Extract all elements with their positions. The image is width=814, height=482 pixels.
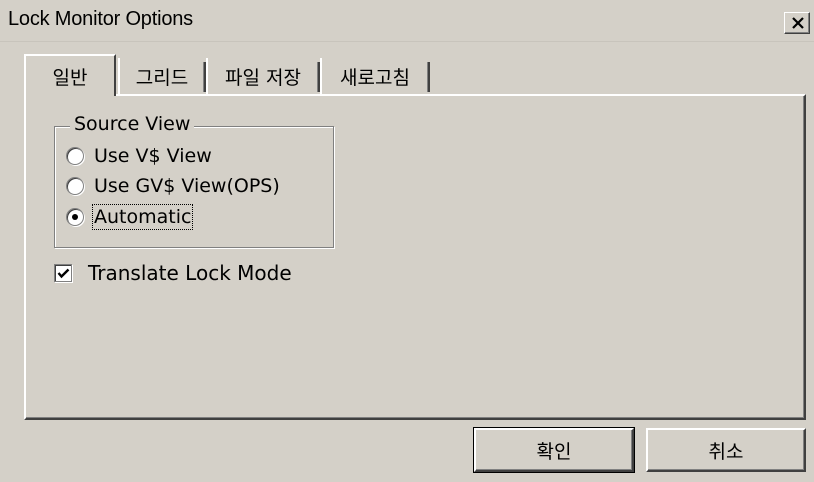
- radio-automatic[interactable]: Automatic: [66, 203, 194, 231]
- tab-label: 파일 저장: [225, 66, 301, 89]
- tab-label: 새로고침: [340, 66, 410, 89]
- radio-button[interactable]: [66, 147, 84, 165]
- tab-grid[interactable]: 그리드: [118, 58, 206, 94]
- radio-button[interactable]: [66, 177, 84, 195]
- tab-refresh[interactable]: 새로고침: [320, 58, 430, 94]
- tab-file-save[interactable]: 파일 저장: [206, 58, 320, 94]
- translate-lock-mode-option[interactable]: Translate Lock Mode: [54, 258, 292, 288]
- checkmark-icon: [57, 268, 70, 279]
- lock-monitor-options-dialog: Lock Monitor Options 일반 그리드 파일 저장 새로고침 S…: [0, 0, 814, 482]
- radio-label: Use GV$ View(OPS): [94, 175, 280, 197]
- tab-general[interactable]: 일반: [24, 54, 116, 96]
- ok-button[interactable]: 확인: [473, 427, 635, 473]
- radio-button[interactable]: [66, 208, 84, 226]
- cancel-button-label: 취소: [708, 440, 744, 463]
- radio-label: Use V$ View: [94, 145, 212, 167]
- title-bar: Lock Monitor Options: [0, 0, 814, 42]
- source-view-label: Source View: [70, 113, 195, 135]
- radio-selected-dot: [72, 214, 78, 220]
- close-button[interactable]: [784, 12, 810, 34]
- cancel-button[interactable]: 취소: [646, 428, 806, 472]
- window-title: Lock Monitor Options: [8, 8, 193, 30]
- checkbox-label: Translate Lock Mode: [88, 261, 292, 285]
- tab-label: 일반: [52, 66, 88, 89]
- close-icon: [792, 17, 804, 29]
- ok-button-label: 확인: [536, 440, 572, 463]
- translate-lock-mode-checkbox[interactable]: [54, 264, 72, 282]
- radio-label: Automatic: [91, 204, 194, 230]
- radio-use-v-view[interactable]: Use V$ View: [66, 142, 212, 170]
- tab-label: 그리드: [135, 66, 189, 89]
- radio-use-gv-view-ops[interactable]: Use GV$ View(OPS): [66, 172, 280, 200]
